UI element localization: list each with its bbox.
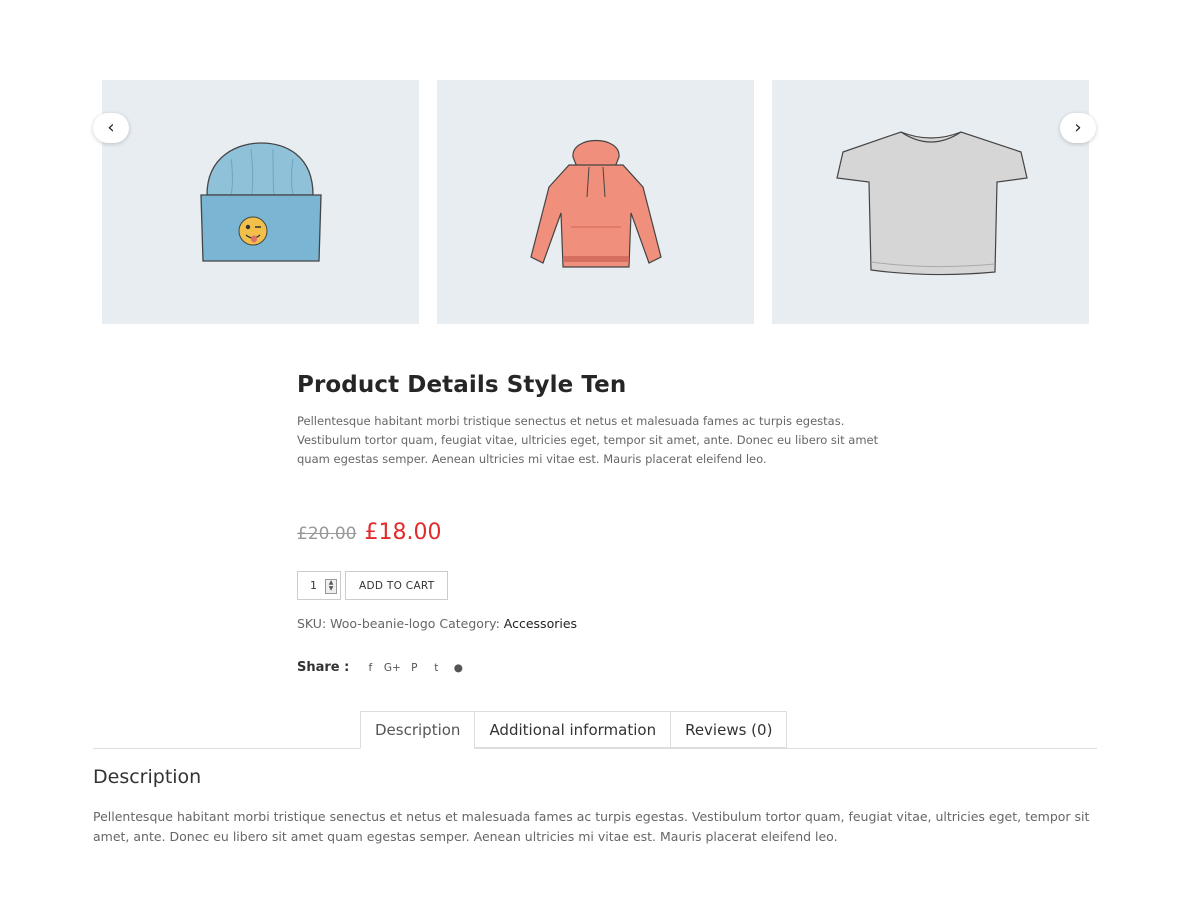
facebook-icon[interactable]: f (359, 662, 381, 674)
tab-reviews[interactable]: Reviews (0) (671, 711, 788, 748)
quantity-stepper[interactable]: ▲ ▼ (325, 579, 337, 594)
quantity-input[interactable]: 1 ▲ ▼ (297, 571, 341, 600)
chevron-right-icon: › (1074, 117, 1082, 138)
product-meta: SKU: Woo-beanie-logo Category: Accessori… (297, 616, 577, 631)
product-image-hoodie[interactable] (437, 80, 754, 324)
twitter-icon[interactable]: t (425, 662, 447, 674)
share-bar: Share : f G+ P t ● (297, 660, 469, 675)
carousel-next-button[interactable]: › (1060, 113, 1096, 143)
chevron-left-icon: ‹ (107, 117, 115, 138)
product-image-tshirt[interactable] (772, 80, 1089, 324)
category-label: Category: (439, 616, 500, 631)
product-tabs: Description Additional information Revie… (360, 711, 788, 749)
add-to-cart-form: 1 ▲ ▼ ADD TO CART (297, 571, 449, 600)
beanie-image (199, 142, 322, 262)
tshirt-image (835, 131, 1028, 276)
product-image-carousel (102, 80, 1090, 324)
product-summary: Product Details Style Ten Pellentesque h… (297, 372, 887, 469)
old-price: £20.00 (297, 524, 357, 544)
reddit-icon[interactable]: ● (447, 662, 469, 674)
category-link[interactable]: Accessories (504, 616, 577, 631)
share-label: Share : (297, 660, 350, 675)
sale-price: £18.00 (364, 520, 442, 545)
product-price: £20.00 £18.00 (297, 520, 441, 545)
google-plus-icon[interactable]: G+ (381, 662, 403, 674)
description-text: Pellentesque habitant morbi tristique se… (93, 809, 1090, 844)
product-short-description: Pellentesque habitant morbi tristique se… (297, 414, 879, 466)
hoodie-image (529, 139, 662, 268)
description-heading: Description (93, 766, 202, 788)
add-to-cart-button[interactable]: ADD TO CART (345, 571, 449, 600)
tab-additional-information[interactable]: Additional information (475, 711, 672, 748)
sku-value: Woo-beanie-logo (330, 616, 436, 631)
product-title: Product Details Style Ten (297, 372, 627, 398)
tab-description[interactable]: Description (360, 711, 476, 749)
pinterest-icon[interactable]: P (403, 662, 425, 674)
sku-label: SKU: (297, 616, 327, 631)
product-image-beanie[interactable] (102, 80, 419, 324)
quantity-value: 1 (310, 579, 317, 592)
carousel-prev-button[interactable]: ‹ (93, 113, 129, 143)
